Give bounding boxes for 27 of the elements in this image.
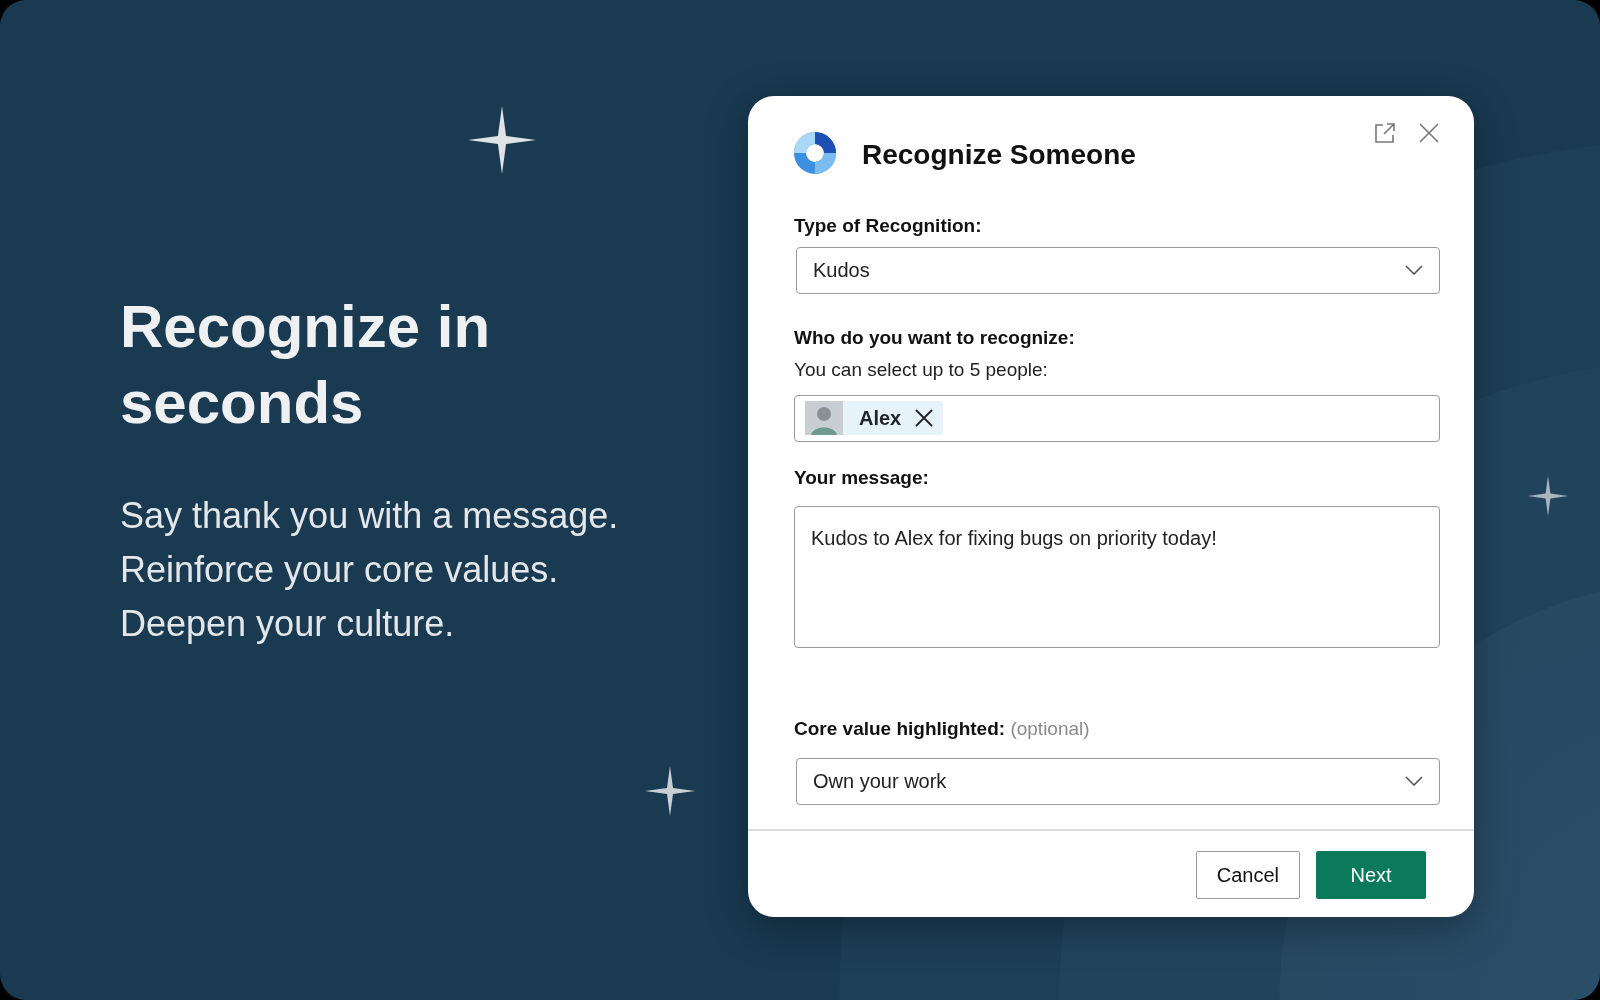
remove-icon[interactable] — [915, 409, 934, 427]
dropdown-field[interactable]: Own your work — [796, 757, 1440, 805]
external-link-icon[interactable] — [1374, 122, 1396, 144]
person-name: Alex — [858, 406, 903, 431]
dropdown-field[interactable]: Kudos — [796, 246, 1440, 294]
dropdown-value: Kudos — [813, 258, 870, 283]
field-label: Who do you want to recognize: — [794, 325, 1076, 350]
next-button[interactable]: Next — [1316, 850, 1426, 899]
optional-note: (optional) — [1010, 718, 1090, 739]
field-label: Type of Recognition: — [794, 215, 982, 236]
tagline-text: Deepen your culture. — [120, 602, 456, 646]
tagline-text: Say thank you with a message. — [120, 494, 620, 538]
dialog-title: Recognize Someone — [862, 138, 1137, 172]
chevron-down-icon — [1405, 265, 1423, 275]
field-label: Your message: — [794, 465, 930, 490]
hint-text: You can select up to 5 people: — [794, 358, 1049, 382]
people-field[interactable]: Alex — [794, 394, 1440, 442]
chevron-down-icon — [1405, 776, 1423, 786]
avatar-silhouette-icon — [805, 401, 843, 435]
tagline-text: Reinforce your core values. — [120, 548, 560, 592]
cancel-button[interactable]: Cancel — [1195, 850, 1300, 899]
message-field[interactable]: Kudos to Alex for fixing bugs on priority today! — [794, 506, 1440, 648]
logo-icon — [794, 132, 836, 174]
close-icon[interactable] — [1418, 122, 1440, 144]
field-label: Core value highlighted: — [794, 718, 1006, 739]
hero-heading: Recognize in seconds — [120, 292, 492, 438]
dropdown-value: Own your work — [813, 769, 947, 794]
